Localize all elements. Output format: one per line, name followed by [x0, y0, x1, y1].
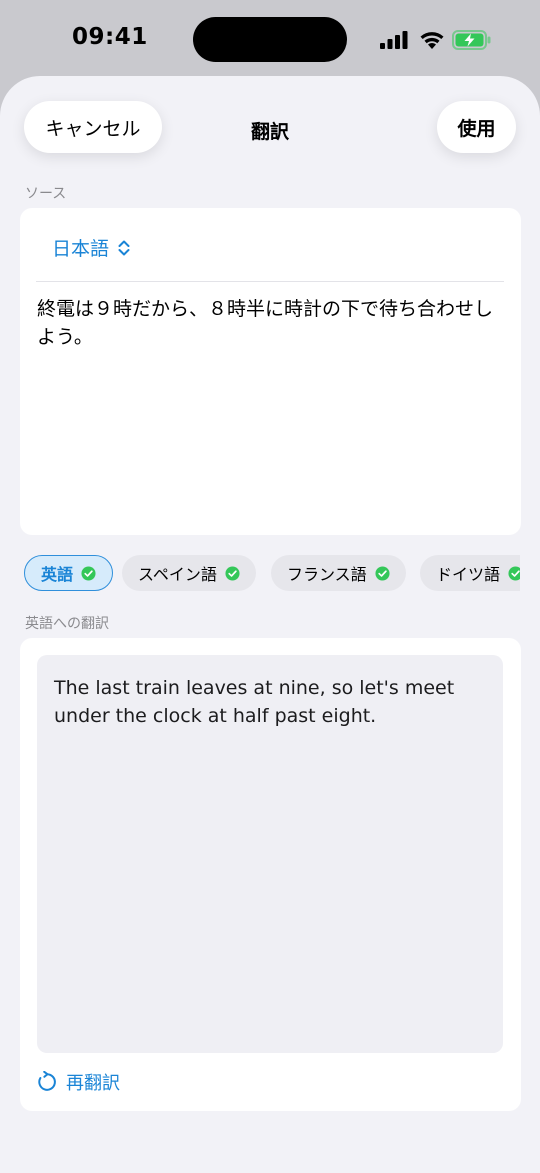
source-language-label: 日本語 [52, 238, 110, 260]
retranslate-button[interactable]: 再翻訳 [36, 1069, 120, 1095]
chip-label: フランス語 [287, 565, 367, 584]
translation-output: The last train leaves at nine, so let's … [37, 655, 503, 1053]
check-circle-icon [81, 565, 96, 581]
chevron-up-down-icon [117, 239, 131, 257]
wifi-icon [418, 29, 446, 51]
status-icons [380, 28, 500, 54]
translation-card: The last train leaves at nine, so let's … [20, 638, 521, 1111]
source-section-label: ソース [25, 186, 67, 202]
translate-sheet: キャンセル 翻訳 使用 ソース 日本語 終電は９時だから、８時半に時計の下で待ち… [0, 76, 540, 1173]
check-circle-icon [375, 565, 390, 581]
signal-icon [380, 30, 410, 50]
translation-text: The last train leaves at nine, so let's … [54, 677, 455, 727]
status-bar: 09:41 [0, 0, 540, 78]
check-circle-icon [508, 565, 520, 581]
chip-label: ドイツ語 [436, 565, 501, 584]
dynamic-island [193, 17, 347, 62]
refresh-icon [38, 1071, 56, 1091]
chip-label: スペイン語 [138, 565, 217, 584]
divider [36, 281, 504, 282]
battery-charging-icon [452, 30, 492, 50]
source-text-input[interactable]: 終電は９時だから、８時半に時計の下で待ち合わせしよう。 [37, 295, 497, 351]
language-chip-row[interactable]: 英語 スペイン語 フランス語 ドイツ語 [24, 555, 520, 593]
language-chip-english[interactable]: 英語 [24, 555, 114, 591]
use-button[interactable]: 使用 [437, 101, 516, 153]
language-chip-spanish[interactable]: スペイン語 [122, 555, 256, 591]
source-card: 日本語 終電は９時だから、８時半に時計の下で待ち合わせしよう。 [20, 208, 521, 535]
check-circle-icon [225, 565, 240, 581]
chip-label: 英語 [41, 565, 74, 584]
language-chip-french[interactable]: フランス語 [271, 555, 406, 591]
retranslate-label: 再翻訳 [66, 1073, 120, 1094]
status-time: 09:41 [72, 24, 148, 50]
language-chip-german[interactable]: ドイツ語 [420, 555, 520, 591]
target-section-label: 英語への翻訳 [25, 616, 109, 632]
source-language-selector[interactable]: 日本語 [52, 234, 131, 261]
